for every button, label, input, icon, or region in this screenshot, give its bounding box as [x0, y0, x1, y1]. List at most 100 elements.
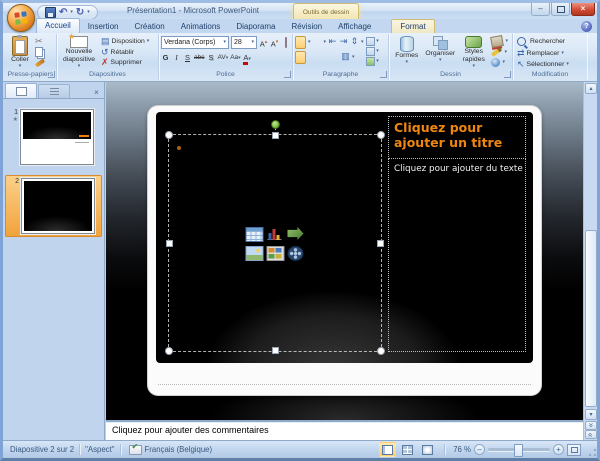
align-right-button[interactable]: [319, 52, 328, 63]
tab-accueil[interactable]: Accueil: [36, 18, 80, 33]
shape-effects-button[interactable]: ▾: [489, 58, 510, 69]
underline-button[interactable]: S: [183, 52, 192, 63]
spell-check-icon[interactable]: ✔: [129, 445, 142, 455]
new-slide-button[interactable]: ★ Nouvelle diapositive ▾: [59, 35, 99, 69]
qat-customize-button[interactable]: ▾: [87, 10, 90, 15]
insert-media-icon[interactable]: [288, 246, 304, 261]
copy-button[interactable]: [33, 47, 47, 58]
body-text-placeholder[interactable]: Cliquez pour ajouter du texte: [388, 159, 526, 352]
font-size-combobox[interactable]: 28▾: [231, 36, 257, 49]
slide-thumbnail-2[interactable]: 2: [5, 175, 102, 237]
text-direction-button[interactable]: ▾: [366, 36, 380, 46]
align-left-button[interactable]: [295, 51, 306, 64]
columns-button[interactable]: ▥: [341, 52, 350, 63]
font-family-combobox[interactable]: Verdana (Corps)▾: [161, 36, 229, 49]
insert-clipart-icon[interactable]: [267, 246, 285, 261]
slide-1-preview[interactable]: [20, 109, 94, 165]
slide-thumbnail-1[interactable]: 1 ★: [5, 107, 102, 167]
scroll-up-button[interactable]: ▴: [585, 83, 597, 94]
zoom-slider-thumb[interactable]: [514, 444, 523, 457]
help-button[interactable]: ?: [581, 21, 592, 32]
tab-insertion[interactable]: Insertion: [80, 20, 127, 33]
tab-format[interactable]: Format: [391, 19, 434, 33]
tab-outline[interactable]: [38, 84, 70, 98]
shapes-button[interactable]: Formes ▾: [391, 35, 423, 69]
slide[interactable]: Cliquez pour ajouter un titre Cliquez po…: [148, 106, 541, 395]
bullets-button[interactable]: [295, 36, 306, 49]
paragraph-dialog-launcher-icon[interactable]: [380, 71, 387, 78]
line-spacing-button[interactable]: ⇕: [350, 37, 359, 48]
numbering-button[interactable]: [313, 37, 322, 48]
next-slide-button[interactable]: «: [585, 430, 597, 439]
scroll-down-button[interactable]: ▾: [585, 409, 597, 420]
drawing-dialog-launcher-icon[interactable]: [504, 71, 511, 78]
insert-table-icon[interactable]: [246, 227, 264, 242]
resize-handle-right[interactable]: [377, 240, 384, 247]
tab-slides-thumbnails[interactable]: [5, 83, 37, 98]
format-painter-button[interactable]: [33, 58, 47, 69]
slide-sorter-view-button[interactable]: [399, 442, 416, 457]
clear-formatting-button[interactable]: [281, 37, 290, 48]
find-button[interactable]: Rechercher: [515, 36, 585, 47]
slide-editing-area[interactable]: Cliquez pour ajouter un titre Cliquez po…: [106, 82, 583, 420]
text-shadow-button[interactable]: S: [206, 52, 215, 63]
character-spacing-button[interactable]: AV▾: [217, 52, 228, 63]
title-placeholder[interactable]: Cliquez pour ajouter un titre: [388, 116, 526, 159]
tab-affichage[interactable]: Affichage: [330, 20, 379, 33]
repeat-icon[interactable]: ↻: [76, 8, 84, 18]
reset-button[interactable]: ↺Rétablir: [99, 47, 151, 58]
close-button[interactable]: ×: [571, 3, 595, 16]
insert-smartart-icon[interactable]: [288, 227, 304, 240]
resize-handle-bottom-left[interactable]: [165, 347, 173, 355]
bold-button[interactable]: G: [161, 52, 170, 63]
zoom-in-button[interactable]: +: [553, 444, 564, 455]
convert-smartart-button[interactable]: ▾: [366, 56, 380, 66]
close-panel-button[interactable]: ×: [91, 87, 102, 98]
office-button[interactable]: [7, 4, 35, 32]
select-button[interactable]: ↖Sélectionner▾: [515, 59, 585, 70]
zoom-slider[interactable]: [488, 448, 550, 451]
normal-view-button[interactable]: [379, 442, 396, 457]
italic-button[interactable]: I: [172, 52, 181, 63]
align-center-button[interactable]: [308, 52, 317, 63]
insert-picture-icon[interactable]: [246, 246, 264, 261]
resize-handle-top-right[interactable]: [377, 131, 385, 139]
resize-handle-top[interactable]: [272, 132, 279, 139]
resize-handle-bottom[interactable]: [272, 347, 279, 354]
tab-revision[interactable]: Révision: [283, 20, 330, 33]
grow-font-button[interactable]: A▴: [259, 37, 268, 48]
language-indicator[interactable]: Français (Belgique): [145, 445, 213, 454]
clipboard-dialog-launcher-icon[interactable]: [48, 71, 55, 78]
align-text-button[interactable]: ▾: [366, 46, 380, 56]
change-case-button[interactable]: Aa▾: [230, 52, 240, 63]
resize-grip[interactable]: [586, 447, 597, 458]
replace-button[interactable]: ⇄Remplacer▾: [515, 48, 585, 59]
slideshow-view-button[interactable]: [419, 442, 436, 457]
tab-diaporama[interactable]: Diaporama: [228, 20, 283, 33]
font-color-button[interactable]: A▾: [243, 52, 252, 63]
tab-creation[interactable]: Création: [126, 20, 172, 33]
zoom-level[interactable]: 76 %: [453, 445, 471, 454]
shape-fill-button[interactable]: ▾: [489, 36, 510, 47]
undo-icon[interactable]: ↶: [59, 8, 67, 18]
quick-styles-button[interactable]: Styles rapides ▾: [458, 35, 490, 69]
layout-button[interactable]: ▤Disposition▾: [99, 36, 151, 47]
cut-button[interactable]: ✂: [33, 36, 47, 47]
zoom-out-button[interactable]: –: [474, 444, 485, 455]
shrink-font-button[interactable]: A▾: [270, 37, 279, 48]
notes-pane[interactable]: Cliquez pour ajouter des commentaires: [106, 420, 583, 440]
resize-handle-bottom-right[interactable]: [377, 347, 385, 355]
previous-slide-button[interactable]: «: [585, 421, 597, 430]
scrollbar-thumb[interactable]: [585, 230, 597, 407]
tab-animations[interactable]: Animations: [173, 20, 229, 33]
delete-slide-button[interactable]: ✗Supprimer: [99, 57, 151, 68]
decrease-indent-button[interactable]: ⇤: [328, 37, 337, 48]
undo-dropdown-icon[interactable]: ▾: [70, 10, 73, 15]
insert-chart-icon[interactable]: [267, 227, 283, 240]
rotation-handle[interactable]: [271, 120, 280, 129]
slide-2-preview[interactable]: [21, 178, 95, 234]
minimize-button[interactable]: –: [531, 3, 550, 16]
justify-button[interactable]: [330, 52, 339, 63]
arrange-button[interactable]: Organiser ▾: [423, 35, 458, 69]
resize-handle-top-left[interactable]: [165, 131, 173, 139]
